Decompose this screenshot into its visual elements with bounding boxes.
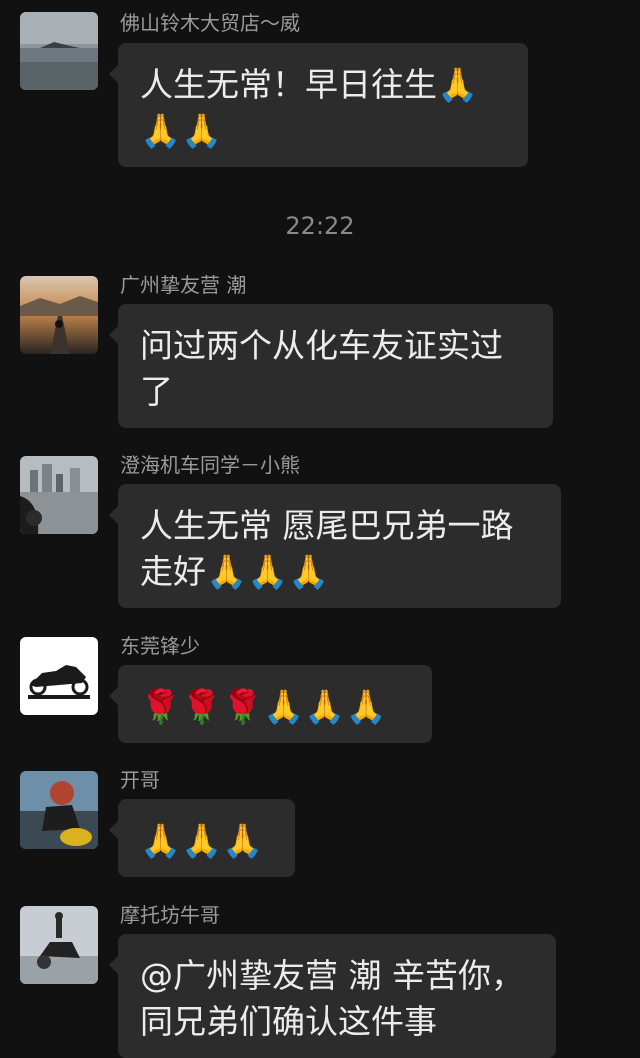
message-bubble[interactable]: 问过两个从化车友证实过了 <box>109 304 553 428</box>
sea-island-avatar[interactable] <box>20 12 98 90</box>
message-text: 人生无常 愿尾巴兄弟一路走好🙏🙏🙏 <box>140 506 514 591</box>
chat-message-list: 佛山铃木大贸店～威 人生无常！早日往生🙏🙏🙏 22:22 广州挚友营 潮 问过两… <box>0 0 640 1058</box>
timestamp: 22:22 <box>285 212 355 240</box>
message-text: 🌹🌹🌹🙏🙏🙏 <box>140 687 387 726</box>
message-text: 🙏🙏🙏 <box>140 821 264 860</box>
sender-name: 开哥 <box>120 768 160 792</box>
message-bubble[interactable]: 🌹🌹🌹🙏🙏🙏 <box>109 665 432 743</box>
message-bubble[interactable]: @广州挚友营 潮 辛苦你，同兄弟们确认这件事 <box>109 934 556 1058</box>
sender-name: 澄海机车同学－小熊 <box>120 453 300 477</box>
motorcycle-city-avatar[interactable] <box>20 456 98 534</box>
message-text: 问过两个从化车友证实过了 <box>140 326 503 411</box>
message-bubble[interactable]: 人生无常！早日往生🙏🙏🙏 <box>109 43 528 167</box>
sender-name: 摩托坊牛哥 <box>120 903 220 927</box>
sender-name: 广州挚友营 潮 <box>120 273 247 297</box>
motorcycle-logo-avatar[interactable] <box>20 637 98 715</box>
stunt-rider-avatar[interactable] <box>20 906 98 984</box>
message-text: @广州挚友营 潮 辛苦你，同兄弟们确认这件事 <box>140 956 524 1041</box>
message-text: 人生无常！早日往生🙏🙏🙏 <box>140 65 479 150</box>
motorcycle-sunset-avatar[interactable] <box>20 276 98 354</box>
sender-name: 佛山铃木大贸店～威 <box>120 11 300 35</box>
helmet-rider-avatar[interactable] <box>20 771 98 849</box>
message-bubble[interactable]: 🙏🙏🙏 <box>109 799 295 877</box>
message-bubble[interactable]: 人生无常 愿尾巴兄弟一路走好🙏🙏🙏 <box>109 484 561 608</box>
sender-name: 东莞锋少 <box>120 634 200 658</box>
